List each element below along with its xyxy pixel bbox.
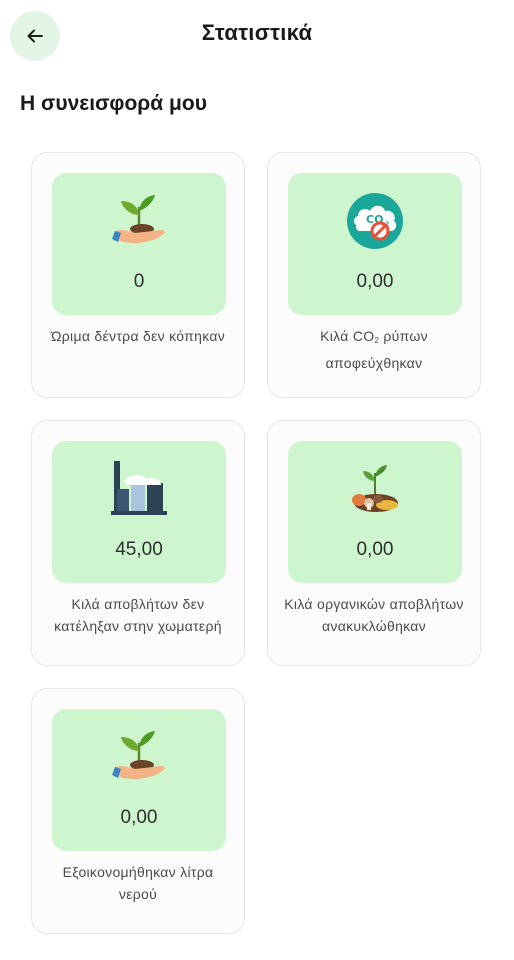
stat-tile: 45,00	[52, 441, 226, 583]
stat-card-organic: 0,00 Κιλά οργανικών αποβλήτων ανακυκλώθη…	[267, 420, 481, 666]
stat-label: Ώριμα δέντρα δεν κόπηκαν	[50, 328, 226, 344]
stat-label: Εξοικονομήθηκαν λίτρα νερού	[62, 864, 214, 902]
stat-tile: 0	[52, 173, 226, 315]
section-title: Η συνεισφορά μου	[20, 92, 207, 115]
stat-tile: CO 2 0,00	[288, 173, 462, 315]
stat-tile: 0,00	[288, 441, 462, 583]
stat-label: Κιλά αποβλήτων δεν κατέληξαν στην χωματε…	[54, 596, 222, 634]
stat-card-water: 0,00 Εξοικονομήθηκαν λίτρα νερού	[31, 688, 245, 934]
stat-card-trees: 0 Ώριμα δέντρα δεν κόπηκαν	[31, 152, 245, 398]
stat-card-landfill: 45,00 Κιλά αποβλήτων δεν κατέληξαν στην …	[31, 420, 245, 666]
stat-tile: 0,00	[52, 709, 226, 851]
stat-label: Κιλά CO2 ρύπων αποφεύχθηκαν	[320, 328, 428, 371]
co2-no-emissions-icon: CO 2	[347, 193, 403, 249]
stat-card-co2: CO 2 0,00 Κιλά CO2 ρύπων αποφεύχθηκαν	[267, 152, 481, 398]
page-title: Στατιστικά	[201, 20, 313, 45]
factory-icon	[111, 461, 167, 515]
app-header: Στατιστικά	[0, 0, 514, 72]
plant-in-hand-icon	[112, 195, 165, 244]
stat-value: 0,00	[356, 539, 394, 560]
stat-label: Κιλά οργανικών αποβλήτων ανακυκλώθηκαν	[284, 596, 464, 634]
stat-value: 45,00	[115, 539, 163, 560]
stat-value: 0	[133, 271, 145, 292]
plant-in-hand-icon	[112, 731, 165, 780]
organic-waste-icon	[352, 465, 398, 512]
stat-value: 0,00	[120, 807, 158, 828]
stat-value: 0,00	[356, 271, 394, 292]
